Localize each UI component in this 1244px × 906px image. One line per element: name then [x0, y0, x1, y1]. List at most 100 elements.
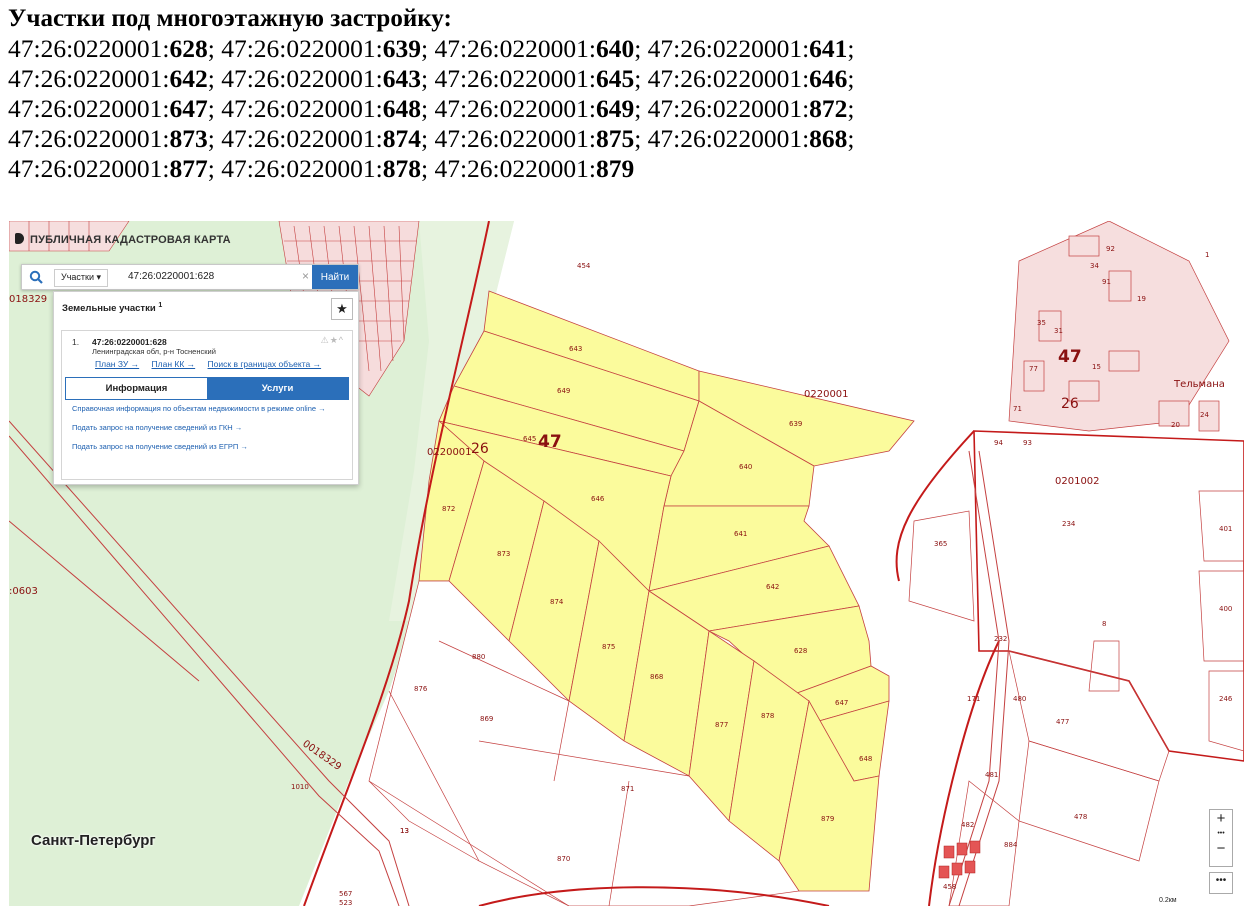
plot-label-523[interactable]: 523 [339, 899, 352, 906]
plot-label-868[interactable]: 868 [650, 673, 663, 681]
plot-number: 878 [382, 154, 421, 183]
find-button[interactable]: Найти [312, 265, 358, 289]
plot-label-648[interactable]: 648 [859, 755, 872, 763]
plot-label-1[interactable]: 1 [1205, 251, 1209, 259]
plot-label-365[interactable]: 365 [934, 540, 947, 548]
plot-label-628[interactable]: 628 [794, 647, 807, 655]
scale-bar: 0.2км [1159, 897, 1177, 904]
plot-label-482[interactable]: 482 [961, 821, 974, 829]
plot-label-171[interactable]: 171 [967, 695, 980, 703]
plot-label-875[interactable]: 875 [602, 643, 615, 651]
plot-number-line: 47:26:0220001:642; 47:26:0220001:643; 47… [8, 64, 1238, 94]
plot-label-232[interactable]: 232 [994, 635, 1007, 643]
result-links: План ЗУ → План КК → Поиск в границах объ… [95, 359, 331, 369]
more-options-button[interactable]: ••• [1209, 872, 1233, 894]
plot-label-93[interactable]: 93 [1023, 439, 1032, 447]
plot-label-35[interactable]: 35 [1037, 319, 1046, 327]
plot-number: 640 [595, 34, 635, 63]
search-icon[interactable] [22, 265, 50, 289]
plot-number: 873 [169, 124, 208, 153]
tab-information[interactable]: Информация [66, 378, 207, 399]
east-quarter [973, 430, 1244, 762]
plot-prefix: ; [847, 124, 855, 153]
plot-label-567[interactable]: 567 [339, 890, 352, 898]
result-cadastral-number[interactable]: 47:26:0220001:628 [92, 337, 167, 347]
plot-label-234[interactable]: 234 [1062, 520, 1076, 528]
plot-label-874[interactable]: 874 [550, 598, 564, 606]
edge-label-left: 018329 [9, 294, 47, 305]
service-link-gkn[interactable]: Подать запрос на получение сведений из Г… [72, 422, 348, 433]
plot-prefix: ; 47:26:0220001: [634, 34, 810, 63]
tab-services[interactable]: Услуги [207, 378, 348, 399]
plot-label-642[interactable]: 642 [766, 583, 779, 591]
plot-prefix: ; 47:26:0220001: [420, 124, 596, 153]
search-input[interactable] [124, 268, 302, 284]
plot-label-77[interactable]: 77 [1029, 365, 1038, 373]
plot-label-92[interactable]: 92 [1106, 245, 1115, 253]
plot-label-880[interactable]: 880 [472, 653, 485, 661]
service-link-egrp[interactable]: Подать запрос на получение сведений из Е… [72, 441, 348, 452]
favorite-star-icon[interactable]: ★ [331, 298, 353, 320]
plot-label-480[interactable]: 480 [1013, 695, 1026, 703]
result-card[interactable]: 1. 47:26:0220001:628 Ленинградская обл, … [61, 330, 353, 480]
plot-label-478[interactable]: 478 [1074, 813, 1087, 821]
plot-label-20[interactable]: 20 [1171, 421, 1180, 429]
plot-label-458[interactable]: 458 [943, 883, 956, 891]
plot-label-877[interactable]: 877 [715, 721, 728, 729]
search-type-dropdown[interactable]: Участки ▾ [54, 269, 109, 287]
plot-label-870[interactable]: 870 [557, 855, 570, 863]
plot-label-871[interactable]: 871 [621, 785, 634, 793]
search-in-bounds-link[interactable]: Поиск в границах объекта → [208, 359, 322, 369]
zoom-out-button[interactable]: − [1210, 840, 1232, 858]
plot-label-649[interactable]: 649 [557, 387, 570, 395]
plot-label-246[interactable]: 246 [1219, 695, 1233, 703]
plot-label-34[interactable]: 34 [1090, 262, 1099, 270]
service-link-online[interactable]: Справочная информация по объектам недвиж… [72, 403, 348, 414]
plot-label-19[interactable]: 19 [1137, 295, 1146, 303]
plot-label-8[interactable]: 8 [1102, 620, 1106, 628]
plot-label-481[interactable]: 481 [985, 771, 998, 779]
plot-label-640[interactable]: 640 [739, 463, 752, 471]
plot-label-869[interactable]: 869 [480, 715, 493, 723]
plot-label-884[interactable]: 884 [1004, 841, 1018, 849]
plot-label-873[interactable]: 873 [497, 550, 510, 558]
plan-kk-link[interactable]: План КК → [152, 359, 196, 369]
plot-label-878[interactable]: 878 [761, 712, 774, 720]
plot-prefix: 47:26:0220001: [8, 34, 170, 63]
plot-prefix: ; 47:26:0220001: [634, 124, 810, 153]
plot-label-24[interactable]: 24 [1200, 411, 1209, 419]
plot-label-91[interactable]: 91 [1102, 278, 1111, 286]
plot-label-872[interactable]: 872 [442, 505, 455, 513]
plot-label-879[interactable]: 879 [821, 815, 834, 823]
plot-number: 868 [809, 124, 848, 153]
plot-prefix: ; 47:26:0220001: [207, 64, 383, 93]
plot-label-643[interactable]: 643 [569, 345, 582, 353]
plot-label-641[interactable]: 641 [734, 530, 747, 538]
plot-prefix: ; [847, 64, 855, 93]
plot-label-454[interactable]: 454 [577, 262, 591, 270]
plot-label-94[interactable]: 94 [994, 439, 1003, 447]
plot-label-15[interactable]: 15 [1092, 363, 1101, 371]
result-action-icons[interactable]: ⚠★^ [321, 335, 344, 346]
map-brand: ПУБЛИЧНАЯ КАДАСТРОВАЯ КАРТА [15, 233, 231, 246]
cadastral-map[interactable]: 454 643 649 645 639 640 646 641 642 628 647 648 872 8… [9, 221, 1244, 906]
plot-label-401[interactable]: 401 [1219, 525, 1232, 533]
plot-number: 872 [809, 94, 848, 123]
plot-label-71[interactable]: 71 [1013, 405, 1022, 413]
zoom-level-dots: ••• [1217, 830, 1225, 837]
clear-icon[interactable]: × [302, 269, 309, 283]
plot-label-639[interactable]: 639 [789, 420, 802, 428]
plot-label-647[interactable]: 647 [835, 699, 848, 707]
plot-prefix: 47:26:0220001: [8, 124, 170, 153]
plot-label-1010[interactable]: 1010 [291, 783, 309, 791]
plot-label-400[interactable]: 400 [1219, 605, 1232, 613]
plot-label-646[interactable]: 646 [591, 495, 605, 503]
plot-number: 643 [382, 64, 421, 93]
plot-label-477[interactable]: 477 [1056, 718, 1069, 726]
plot-label-645[interactable]: 645 [523, 435, 536, 443]
zoom-in-button[interactable]: + [1210, 810, 1232, 828]
plot-label-31[interactable]: 31 [1054, 327, 1063, 335]
plan-zu-link[interactable]: План ЗУ → [95, 359, 139, 369]
plot-label-876[interactable]: 876 [414, 685, 428, 693]
plot-label-13[interactable]: 13 [400, 827, 409, 835]
